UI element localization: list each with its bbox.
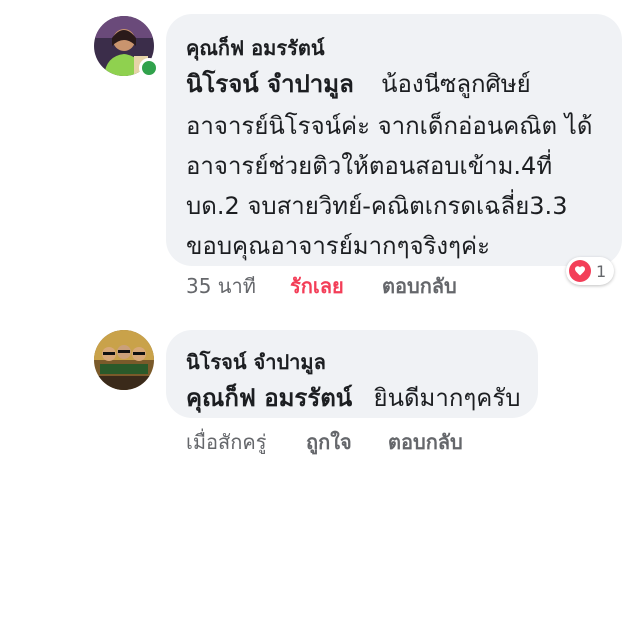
online-status-indicator: [139, 58, 159, 78]
like-button[interactable]: ถูกใจ: [306, 426, 352, 458]
commenter-avatar[interactable]: [94, 330, 154, 390]
mentioned-user-link[interactable]: นิโรจน์ จำปามูล: [186, 70, 354, 98]
reply-button[interactable]: ตอบกลับ: [382, 270, 457, 302]
comment-author-name[interactable]: นิโรจน์ จำปามูล: [186, 346, 326, 378]
reply-button[interactable]: ตอบกลับ: [388, 426, 463, 458]
comment-timestamp[interactable]: 35 นาที: [186, 270, 256, 302]
comment-thread: คุณก็ฟ อมรรัตน์ นิโรจน์ จำปามูล น้องนีซล…: [0, 0, 640, 640]
comment-text: ยินดีมากๆครับ: [373, 384, 521, 412]
reaction-summary[interactable]: 1: [566, 257, 615, 285]
reaction-count: 1: [596, 261, 607, 281]
comment-text-line: นิโรจน์ จำปามูล น้องนีซลูกศิษย์: [186, 64, 531, 103]
comment-text: น้องนีซลูกศิษย์: [381, 70, 531, 98]
avatar-photo: [94, 330, 154, 390]
comment-text-line: คุณก็ฟ อมรรัตน์ ยินดีมากๆครับ: [186, 378, 520, 417]
comment-timestamp[interactable]: เมื่อสักครู่: [186, 426, 266, 458]
comment-text-line: บด.2 จบสายวิทย์-คณิตเกรดเฉลี่ย3.3: [186, 192, 568, 220]
mentioned-user-link[interactable]: คุณก็ฟ อมรรัตน์: [186, 384, 352, 412]
comment-text-line: อาจารย์ช่วยติวให้ตอนสอบเข้าม.4ที่: [186, 152, 553, 180]
heart-icon: [569, 260, 591, 282]
comment-text-line: ขอบคุณอาจารย์มากๆจริงๆค่ะ: [186, 232, 490, 260]
comment-text-line: อาจารย์นิโรจน์ค่ะ จากเด็กอ่อนคณิต ได้: [186, 112, 593, 140]
comment-author-name[interactable]: คุณก็ฟ อมรรัตน์: [186, 32, 325, 64]
love-reaction-button[interactable]: รักเลย: [290, 270, 344, 302]
